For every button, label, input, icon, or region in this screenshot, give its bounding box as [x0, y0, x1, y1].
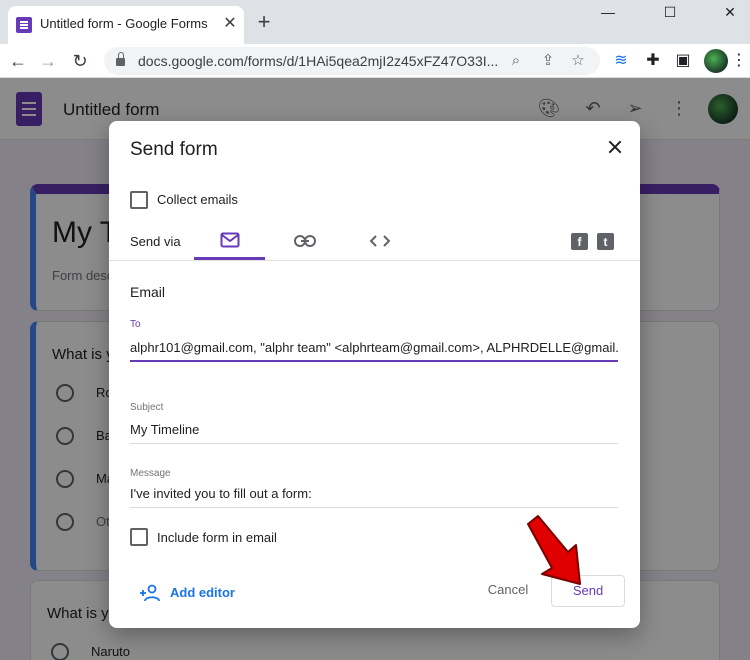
collect-emails-label: Collect emails	[157, 192, 238, 207]
zoom-icon[interactable]: ⌕	[506, 51, 526, 71]
include-form-label: Include form in email	[157, 530, 277, 545]
puzzle-extensions-icon[interactable]: ✚	[642, 50, 664, 72]
forward-arrow-icon[interactable]: →	[36, 49, 60, 73]
tab-title: Untitled form - Google Forms	[40, 16, 208, 31]
dialog-title: Send form	[130, 139, 218, 160]
to-label: To	[130, 319, 141, 330]
share-icon[interactable]: ⇪	[538, 51, 558, 71]
back-arrow-icon[interactable]: ←	[6, 49, 30, 73]
extension-icon[interactable]: ≋	[610, 50, 632, 72]
browser-titlebar: Untitled form - Google Forms ✕ + — ☐ ✕	[0, 0, 750, 44]
add-editor-label: Add editor	[170, 585, 235, 600]
browser-toolbar: ← → ↻ docs.google.com/forms/d/1HAi5qea2m…	[0, 44, 750, 78]
message-label: Message	[130, 468, 171, 479]
subject-field[interactable]: My Timeline	[130, 418, 618, 444]
tabs-divider	[109, 260, 640, 261]
add-person-icon	[140, 584, 160, 602]
lock-icon	[116, 52, 125, 66]
address-bar[interactable]: docs.google.com/forms/d/1HAi5qea2mjI2z45…	[104, 47, 600, 75]
forms-favicon-icon	[16, 17, 32, 33]
tab-embed[interactable]	[344, 224, 415, 260]
maximize-button[interactable]: ☐	[658, 4, 682, 24]
new-tab-button[interactable]: +	[254, 11, 274, 33]
collect-emails-checkbox[interactable]	[130, 191, 148, 209]
mail-icon	[220, 232, 239, 248]
facebook-icon[interactable]: f	[571, 233, 588, 250]
send-via-label: Send via	[130, 234, 181, 249]
minimize-button[interactable]: —	[596, 4, 620, 24]
link-icon	[293, 235, 316, 247]
window-close-button[interactable]: ✕	[718, 4, 742, 24]
message-field[interactable]: I've invited you to fill out a form:	[130, 482, 618, 508]
email-section-title: Email	[130, 284, 166, 300]
profile-avatar[interactable]	[704, 49, 728, 73]
code-icon	[369, 235, 390, 247]
to-field[interactable]: alphr101@gmail.com, "alphr team" <alphrt…	[130, 336, 618, 362]
tab-close-icon[interactable]: ✕	[220, 14, 240, 34]
browser-tab[interactable]: Untitled form - Google Forms ✕	[8, 6, 244, 44]
url-text: docs.google.com/forms/d/1HAi5qea2mjI2z45…	[138, 53, 498, 69]
tab-email[interactable]	[194, 224, 265, 260]
tab-link[interactable]	[269, 224, 340, 260]
twitter-icon[interactable]: t	[597, 233, 614, 250]
reload-icon[interactable]: ↻	[68, 49, 92, 73]
browser-menu-icon[interactable]: ⋮	[728, 50, 750, 72]
annotation-arrow-icon	[527, 515, 581, 585]
side-panel-icon[interactable]: ▣	[672, 50, 694, 72]
include-form-checkbox[interactable]	[130, 528, 148, 546]
close-icon[interactable]	[603, 135, 627, 159]
subject-label: Subject	[130, 402, 164, 413]
bookmark-star-icon[interactable]: ☆	[568, 51, 588, 71]
